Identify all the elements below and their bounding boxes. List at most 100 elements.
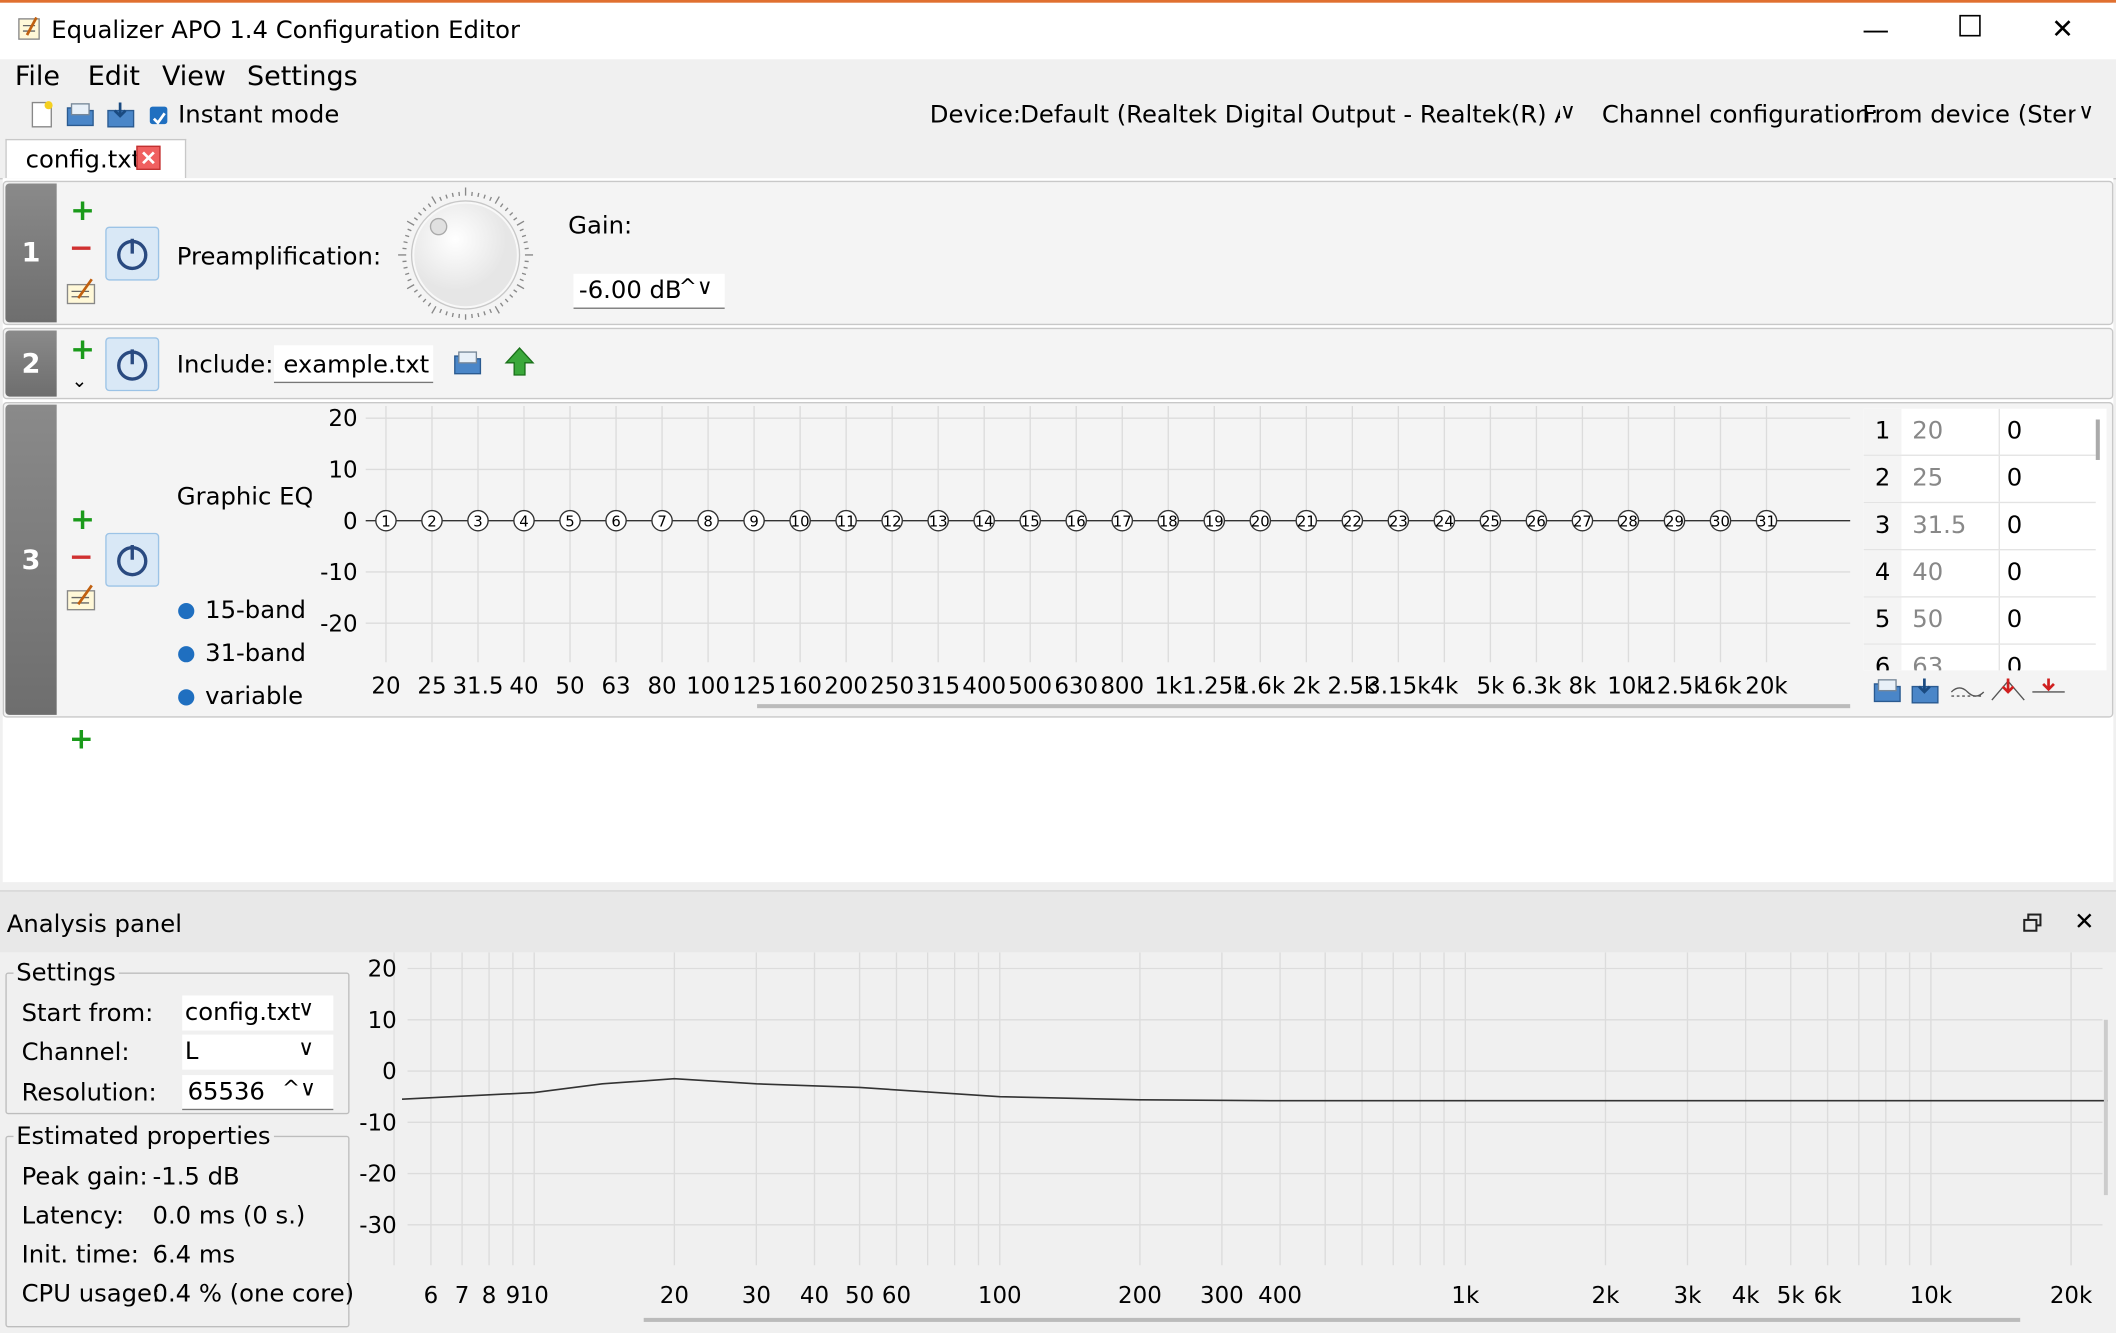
new-file-icon[interactable] — [27, 100, 57, 135]
freq-label: 50 — [555, 673, 584, 699]
table-scrollbar[interactable] — [2096, 420, 2100, 460]
band-table[interactable]: 12002250331.50440055006630 — [1864, 409, 2107, 671]
gain-spinbox[interactable]: -6.00 dB ^∨ — [574, 274, 725, 309]
y-tick-label: 20 — [328, 406, 357, 432]
table-row[interactable]: 1200 — [1864, 409, 2096, 456]
band-gain[interactable]: 0 — [2007, 409, 2088, 455]
instant-mode-checkbox[interactable] — [150, 107, 168, 125]
open-folder-icon[interactable] — [452, 348, 484, 383]
band-frequency[interactable]: 40 — [1912, 550, 2000, 596]
go-up-icon[interactable] — [503, 345, 535, 383]
table-row[interactable]: 2250 — [1864, 456, 2096, 503]
open-file-icon[interactable] — [65, 100, 97, 135]
remove-filter-icon[interactable]: − — [69, 545, 94, 572]
add-filter-icon[interactable]: + — [70, 198, 95, 225]
resolution-spinbox[interactable]: 65536 ^∨ — [182, 1075, 333, 1110]
table-row[interactable]: 331.50 — [1864, 503, 2096, 550]
maximize-button[interactable]: ☐ — [1957, 11, 1984, 45]
power-toggle-button[interactable] — [105, 337, 159, 391]
start-from-select[interactable]: config.txt ∨ — [182, 995, 333, 1030]
add-filter-icon[interactable]: + — [69, 727, 94, 754]
smooth-icon[interactable] — [1950, 678, 1985, 708]
menu-bar: File Edit View Settings — [0, 59, 2116, 94]
close-tab-icon[interactable] — [136, 146, 160, 170]
close-window-button[interactable]: ✕ — [2051, 12, 2074, 44]
eq-node-label: 12 — [883, 514, 902, 531]
instant-mode-label: Instant mode — [178, 101, 339, 129]
table-row[interactable]: 6630 — [1864, 645, 2096, 671]
channel-config-select[interactable]: From device (Stereo) ∨ — [1860, 98, 2106, 133]
table-row[interactable]: 5500 — [1864, 598, 2096, 645]
band-frequency[interactable]: 31.5 — [1912, 503, 2000, 549]
band-frequency[interactable]: 50 — [1912, 598, 2000, 644]
band-15-radio[interactable] — [178, 603, 194, 619]
eq-node-label: 26 — [1527, 514, 1546, 531]
stepper-arrows-icon[interactable]: ^∨ — [282, 1075, 316, 1101]
save-file-icon[interactable] — [105, 100, 137, 135]
add-filter-icon[interactable]: + — [70, 337, 95, 364]
tab-config[interactable]: config.txt — [5, 139, 186, 178]
menu-edit[interactable]: Edit — [88, 59, 140, 91]
device-select[interactable]: Default (Realtek Digital Output - Realte… — [1018, 98, 1590, 133]
band-gain[interactable]: 0 — [2007, 503, 2088, 549]
response-graph[interactable]: 20100-10-20-3067891020304050601002003004… — [354, 952, 2108, 1327]
horizontal-scrollbar — [757, 704, 1850, 708]
toolbar: Instant mode Device: Default (Realtek Di… — [0, 94, 2116, 137]
add-filter-icon[interactable]: + — [70, 507, 95, 534]
band-frequency[interactable]: 20 — [1912, 409, 2000, 455]
power-toggle-button[interactable] — [105, 227, 159, 281]
peak-gain-label: Peak gain: — [22, 1163, 148, 1191]
channel-label: Channel: — [22, 1039, 130, 1067]
import-icon[interactable] — [1872, 676, 1904, 711]
properties-group-title: Estimated properties — [13, 1122, 273, 1150]
band-gain[interactable]: 0 — [2007, 456, 2088, 502]
x-tick-label: 60 — [882, 1283, 911, 1309]
band-gain[interactable]: 0 — [2007, 598, 2088, 644]
power-toggle-button[interactable] — [105, 533, 159, 587]
menu-file[interactable]: File — [15, 59, 60, 91]
eq-node-label: 24 — [1435, 514, 1454, 531]
horizontal-scrollbar — [644, 1318, 2020, 1322]
settings-group-title: Settings — [13, 959, 118, 987]
minimize-button[interactable]: — — [1862, 13, 1889, 45]
start-from-value: config.txt — [185, 998, 300, 1026]
invert-icon[interactable] — [1991, 676, 2026, 708]
freq-label: 1k — [1154, 673, 1183, 699]
remove-filter-icon[interactable]: − — [69, 236, 94, 263]
y-tick-label: -20 — [359, 1162, 396, 1188]
peak-gain-value: -1.5 dB — [152, 1163, 239, 1191]
freq-label: 20k — [1745, 673, 1788, 699]
band-frequency[interactable]: 25 — [1912, 456, 2000, 502]
graphic-eq-label: Graphic EQ: — [177, 483, 322, 511]
edit-filter-icon[interactable] — [65, 583, 97, 618]
x-tick-label: 300 — [1200, 1283, 1244, 1309]
freq-label: 125 — [732, 673, 776, 699]
band-frequency[interactable]: 63 — [1912, 645, 2000, 671]
edit-filter-icon[interactable] — [65, 277, 97, 312]
include-file-value: example.txt — [283, 351, 429, 379]
export-icon[interactable] — [1910, 676, 1942, 711]
stepper-arrows-icon[interactable]: ^∨ — [679, 274, 713, 300]
band-variable-radio[interactable] — [178, 689, 194, 705]
table-row[interactable]: 4400 — [1864, 550, 2096, 597]
gain-label: Gain: — [568, 212, 632, 240]
gain-knob[interactable] — [395, 185, 535, 320]
filter-index: 3 — [5, 405, 56, 715]
include-file-input[interactable]: example.txt — [274, 345, 433, 383]
eq-graph[interactable]: 20100-10-2012345678910111213141516171819… — [312, 406, 1859, 714]
eq-node-label: 23 — [1389, 514, 1408, 531]
undock-icon[interactable] — [2023, 912, 2042, 938]
x-tick-label: 7 — [455, 1283, 470, 1309]
normalize-icon[interactable] — [2031, 676, 2066, 708]
y-tick-label: -20 — [320, 611, 357, 637]
band-gain[interactable]: 0 — [2007, 550, 2088, 596]
menu-view[interactable]: View — [162, 59, 226, 91]
freq-label: 16k — [1699, 673, 1742, 699]
band-31-radio[interactable] — [178, 646, 194, 662]
menu-settings[interactable]: Settings — [247, 59, 358, 91]
channel-select[interactable]: L ∨ — [182, 1035, 333, 1070]
band-gain[interactable]: 0 — [2007, 645, 2088, 671]
close-panel-icon[interactable]: ✕ — [2074, 908, 2094, 936]
channel-config-value: From device (Stereo) — [1862, 101, 2075, 129]
expand-icon[interactable]: ⌄ — [72, 372, 88, 391]
